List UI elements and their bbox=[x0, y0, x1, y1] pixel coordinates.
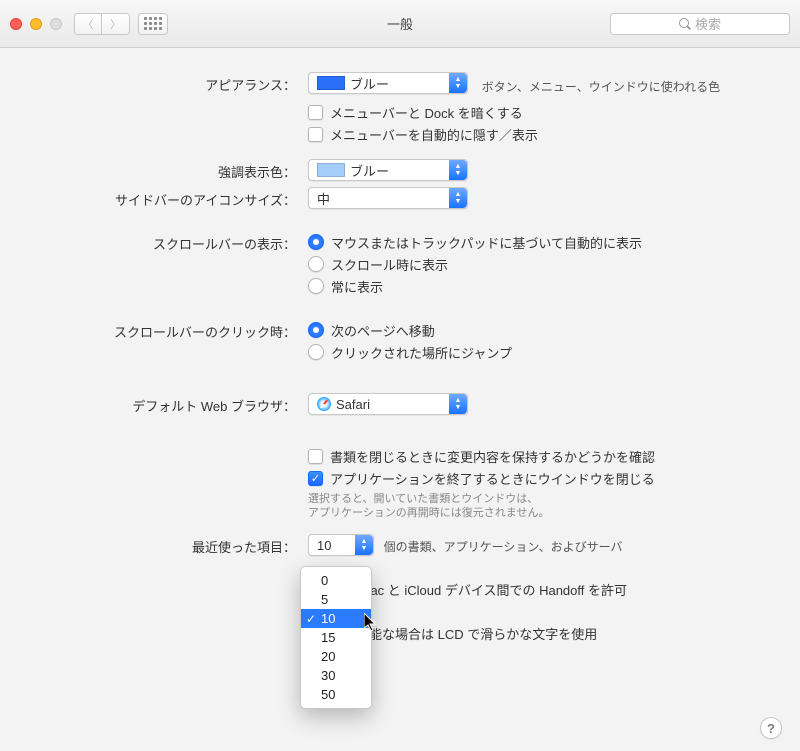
search-placeholder: 検索 bbox=[695, 14, 721, 33]
menubar-dark-checkbox[interactable] bbox=[308, 105, 323, 120]
menubar-autohide-label: メニューバーを自動的に隠す／表示 bbox=[330, 125, 538, 144]
ask-keep-changes-checkbox[interactable] bbox=[308, 449, 323, 464]
close-windows-checkbox[interactable]: ✓ bbox=[308, 471, 323, 486]
close-icon[interactable] bbox=[10, 18, 22, 30]
browser-value: Safari bbox=[336, 397, 370, 412]
preferences-window: 〈 〉 一般 検索 アピアランス： ブルー ボタン、メニュー、ウインドウに使 bbox=[0, 0, 800, 751]
chevron-updown-icon bbox=[449, 188, 467, 208]
scrollbar-auto-radio[interactable] bbox=[308, 234, 324, 250]
highlight-value: ブルー bbox=[350, 161, 389, 180]
search-field[interactable]: 検索 bbox=[610, 13, 790, 35]
menubar-dark-label: メニューバーと Dock を暗くする bbox=[330, 103, 523, 122]
search-icon bbox=[679, 18, 690, 29]
scrollbar-click-label: スクロールバーのクリック時： bbox=[30, 319, 302, 341]
recent-option-0[interactable]: 0 bbox=[301, 571, 371, 590]
recent-option-30[interactable]: 30 bbox=[301, 666, 371, 685]
scrollbar-always-label: 常に表示 bbox=[331, 277, 383, 296]
handoff-label: この Mac と iCloud デバイス間での Handoff を許可 bbox=[330, 580, 627, 599]
check-icon: ✓ bbox=[306, 612, 316, 626]
recent-dropdown-menu[interactable]: 0 5 ✓10 15 20 30 50 bbox=[300, 566, 372, 709]
recent-option-5[interactable]: 5 bbox=[301, 590, 371, 609]
scrollclick-nextpage-radio[interactable] bbox=[308, 322, 324, 338]
browser-popup[interactable]: Safari bbox=[308, 393, 468, 415]
minimize-icon[interactable] bbox=[30, 18, 42, 30]
back-button[interactable]: 〈 bbox=[74, 13, 102, 35]
highlight-swatch-icon bbox=[317, 163, 345, 177]
help-button[interactable]: ? bbox=[760, 717, 782, 739]
sidebar-icon-label: サイドバーのアイコンサイズ： bbox=[30, 187, 302, 209]
sidebar-icon-value: 中 bbox=[309, 189, 449, 208]
scrollbar-onscroll-label: スクロール時に表示 bbox=[331, 255, 448, 274]
chevron-updown-icon bbox=[449, 394, 467, 414]
highlight-popup[interactable]: ブルー bbox=[308, 159, 468, 181]
content-area: アピアランス： ブルー ボタン、メニュー、ウインドウに使われる色 メニューバーと… bbox=[0, 48, 800, 751]
recent-option-15[interactable]: 15 bbox=[301, 628, 371, 647]
recent-option-50[interactable]: 50 bbox=[301, 685, 371, 704]
chevron-updown-icon bbox=[449, 73, 467, 93]
recent-value: 10 bbox=[309, 538, 355, 553]
appearance-label: アピアランス： bbox=[30, 72, 302, 94]
safari-icon bbox=[317, 397, 331, 411]
scrollbar-always-radio[interactable] bbox=[308, 278, 324, 294]
scrollbar-show-label: スクロールバーの表示： bbox=[30, 231, 302, 253]
highlight-label: 強調表示色： bbox=[30, 159, 302, 181]
blue-swatch-icon bbox=[317, 76, 345, 90]
appearance-desc: ボタン、メニュー、ウインドウに使われる色 bbox=[482, 80, 721, 94]
scrollclick-jump-label: クリックされた場所にジャンプ bbox=[331, 343, 512, 362]
forward-button: 〉 bbox=[102, 13, 130, 35]
recent-suffix: 個の書類、アプリケーション、およびサーバ bbox=[384, 540, 623, 554]
scrollbar-onscroll-radio[interactable] bbox=[308, 256, 324, 272]
menubar-autohide-checkbox[interactable] bbox=[308, 127, 323, 142]
close-windows-fineprint-2: アプリケーションの再開時には復元されません。 bbox=[308, 506, 770, 520]
sidebar-icon-popup[interactable]: 中 bbox=[308, 187, 468, 209]
chevron-updown-icon bbox=[449, 160, 467, 180]
recent-label: 最近使った項目： bbox=[30, 534, 302, 556]
scrollclick-nextpage-label: 次のページへ移動 bbox=[331, 321, 435, 340]
recent-popup[interactable]: 10 bbox=[308, 534, 374, 556]
appearance-value: ブルー bbox=[350, 74, 389, 93]
traffic-lights bbox=[10, 18, 62, 30]
titlebar: 〈 〉 一般 検索 bbox=[0, 0, 800, 48]
close-windows-label: アプリケーションを終了するときにウインドウを閉じる bbox=[330, 469, 655, 488]
show-all-button[interactable] bbox=[138, 13, 168, 35]
appearance-popup[interactable]: ブルー bbox=[308, 72, 468, 94]
chevron-updown-icon bbox=[355, 535, 373, 555]
browser-label: デフォルト Web ブラウザ： bbox=[30, 393, 302, 415]
grid-icon bbox=[144, 17, 162, 30]
recent-option-10[interactable]: ✓10 bbox=[301, 609, 371, 628]
nav-buttons: 〈 〉 bbox=[74, 13, 130, 35]
recent-option-20[interactable]: 20 bbox=[301, 647, 371, 666]
scrollbar-auto-label: マウスまたはトラックパッドに基づいて自動的に表示 bbox=[331, 233, 642, 252]
close-windows-fineprint-1: 選択すると、開いていた書類とウインドウは、 bbox=[308, 492, 770, 506]
ask-keep-changes-label: 書類を閉じるときに変更内容を保持するかどうかを確認 bbox=[330, 447, 655, 466]
scrollclick-jump-radio[interactable] bbox=[308, 344, 324, 360]
zoom-icon bbox=[50, 18, 62, 30]
